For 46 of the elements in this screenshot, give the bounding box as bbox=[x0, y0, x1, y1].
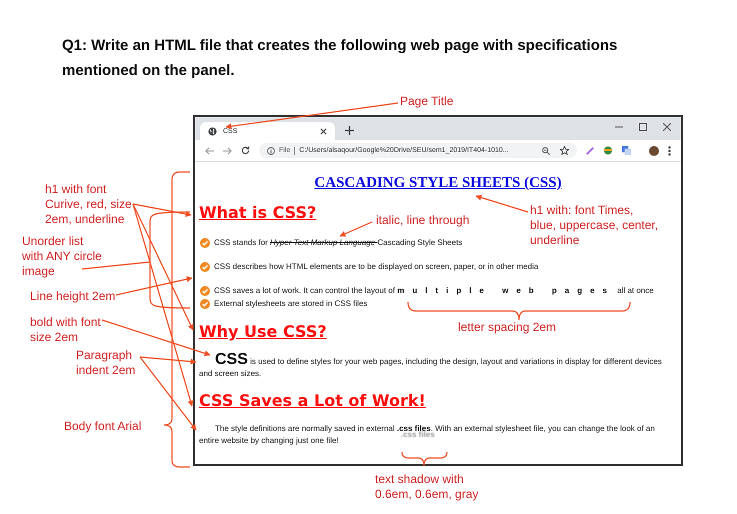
star-icon[interactable] bbox=[560, 146, 569, 155]
curly-brace bbox=[401, 452, 448, 467]
minimize-icon[interactable] bbox=[615, 126, 623, 128]
annotation-text: letter spacing 2em bbox=[458, 320, 556, 335]
annotation-text: Line height 2em bbox=[30, 289, 116, 304]
maximize-icon[interactable] bbox=[639, 123, 647, 131]
annotation-text: Unorder list with ANY circle image bbox=[22, 234, 102, 279]
section-heading: CSS Saves a Lot of Work! bbox=[199, 391, 426, 411]
list-item-text: CSS stands for Hyper Text Markup Language Cascading Style Sheets bbox=[214, 237, 462, 248]
check-circle-icon bbox=[200, 298, 210, 308]
forward-icon[interactable] bbox=[223, 146, 232, 154]
annotation-text: h1 with font Curive, red, size 2em, underline bbox=[45, 182, 132, 227]
annotation-text: h1 with: font Times, blue, uppercase, center, underline bbox=[530, 203, 658, 248]
annotation-text: bold with font size 2em bbox=[30, 315, 101, 345]
annotation-text: italic, line through bbox=[376, 213, 470, 228]
pen-icon[interactable] bbox=[586, 146, 594, 154]
avatar-icon[interactable] bbox=[649, 146, 659, 156]
new-tab-icon[interactable] bbox=[345, 126, 354, 135]
zoom-icon[interactable] bbox=[542, 146, 550, 154]
annotation-text: Paragraph indent 2em bbox=[76, 348, 136, 378]
check-circle-icon bbox=[200, 262, 210, 272]
paragraph: CSS is used to define styles for your web pages, including the design, layout and variations in display for different devices and screen sizes. bbox=[199, 354, 663, 380]
info-icon bbox=[267, 146, 275, 154]
section-heading: Why Use CSS? bbox=[199, 322, 327, 342]
close-icon[interactable] bbox=[320, 128, 327, 134]
close-icon[interactable] bbox=[663, 123, 671, 131]
annotation-text: Page Title bbox=[400, 94, 454, 109]
paragraph: The style definitions are normally saved in external .css files. With an external stylesheet file, you can change the look of an entire website by changing just one file! bbox=[199, 423, 656, 447]
annotation-text: text shadow with 0.6em, 0.6em, gray bbox=[375, 472, 478, 502]
globe-icon bbox=[208, 126, 217, 136]
question-text: Q1: Write an HTML file that creates the following web page with specifications mentioned on the panel. bbox=[61, 36, 618, 81]
check-circle-icon bbox=[200, 238, 210, 248]
list-item-text: External stylesheets are stored in CSS files bbox=[214, 298, 368, 309]
reload-icon[interactable] bbox=[241, 146, 250, 155]
back-icon[interactable] bbox=[205, 146, 214, 154]
check-circle-icon bbox=[200, 286, 210, 296]
annotation-text: Body font Arial bbox=[64, 419, 142, 434]
menu-icon[interactable] bbox=[668, 146, 671, 156]
list-item-text: CSS describes how HTML elements are to be displayed on screen, paper, or in other media bbox=[214, 261, 538, 272]
leader-line bbox=[475, 194, 528, 213]
translate-icon[interactable] bbox=[622, 146, 631, 155]
section-heading: What is CSS? bbox=[199, 203, 316, 223]
leader-line bbox=[339, 221, 372, 237]
page-heading: CASCADING STYLE SHEETS (CSS) bbox=[313, 174, 563, 192]
list-item-text: CSS saves a lot of work. It can control the layout of multiple web pages all at once bbox=[214, 285, 654, 296]
extension-icon[interactable] bbox=[603, 146, 613, 155]
